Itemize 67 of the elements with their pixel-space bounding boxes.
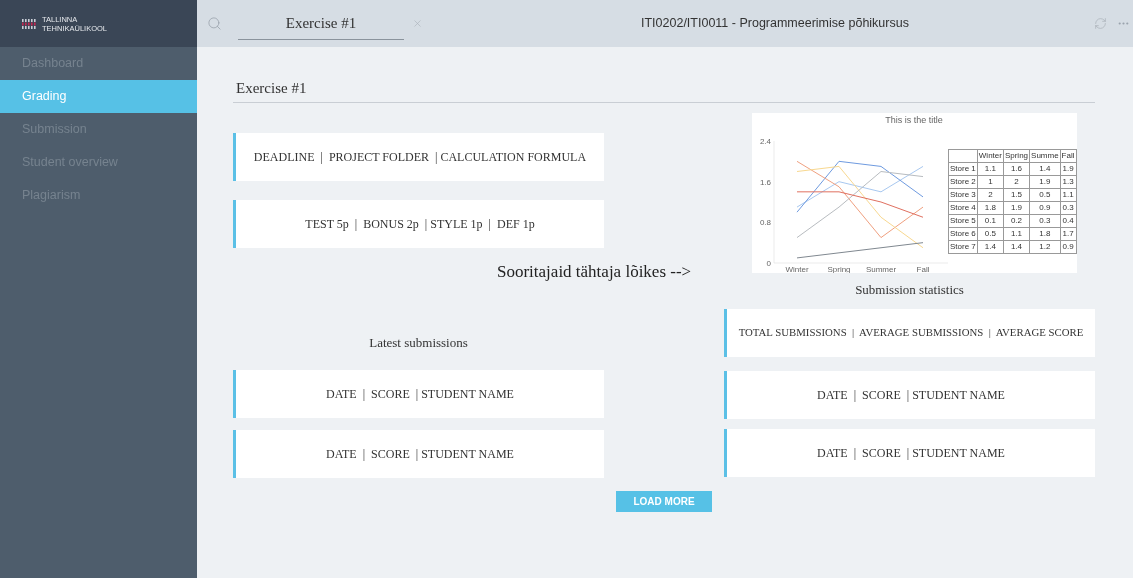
table-cell: Store 4: [948, 201, 978, 214]
section-heading: Latest submissions: [368, 334, 469, 352]
table-cell: 1.7: [1060, 227, 1076, 240]
table-cell: 0.9: [1060, 240, 1076, 253]
statistics-card: TOTAL SUBMISSIONS | AVERAGE SUBMISSIONS | AVERAGE SCORE: [724, 308, 1095, 357]
refresh-icon[interactable]: [1094, 17, 1107, 30]
submission-card: DATE | SCORE | STUDENT NAME: [724, 370, 1095, 419]
table-cell: Store 7: [948, 240, 978, 253]
x-tick-label: Fall: [916, 264, 930, 273]
table-cell: Store 2: [948, 175, 978, 188]
table-cell: 1.5: [1003, 188, 1030, 201]
table-cell: 1.6: [1003, 162, 1030, 175]
table-cell: 1: [977, 175, 1004, 188]
table-cell: 1.4: [977, 240, 1004, 253]
table-cell: 1.3: [1060, 175, 1076, 188]
course-title: ITI0202/ITI0011 - Programmeerimise põhikursus: [641, 15, 909, 33]
x-tick-label: Winter: [785, 264, 809, 273]
page-title: Exercise #1: [233, 77, 1095, 103]
submission-card: DATE | SCORE | STUDENT NAME: [724, 428, 1095, 477]
table-header: Summe: [1029, 149, 1061, 162]
section-heading: Submission statistics: [854, 281, 965, 299]
table-cell: Store 1: [948, 162, 978, 175]
table-cell: 1.4: [1003, 240, 1030, 253]
table-cell: Store 6: [948, 227, 978, 240]
info-card: DEADLINE | PROJECT FOLDER | CALCULATION FORMULA: [233, 132, 604, 181]
table-cell: 1.8: [1029, 227, 1061, 240]
tab[interactable]: Exercise #1: [238, 7, 404, 40]
table-cell: 0.5: [977, 227, 1004, 240]
sidebar-item[interactable]: Grading: [0, 80, 197, 113]
table-cell: 0.1: [977, 214, 1004, 227]
chart-title: This is the title: [885, 114, 943, 125]
info-card: TEST 5p | BONUS 2p | STYLE 1p | DEF 1p: [233, 199, 604, 248]
table-cell: Store 5: [948, 214, 978, 227]
table-cell: 1.9: [1060, 162, 1076, 175]
x-tick-label: Summer: [865, 264, 897, 273]
y-tick-label: 0.8: [759, 217, 771, 227]
load-more-button[interactable]: LOAD MORE: [616, 490, 712, 512]
table-cell: 1.1: [1060, 188, 1076, 201]
table-cell: 2: [1003, 175, 1030, 188]
table-cell: 1.2: [1029, 240, 1061, 253]
submission-card: DATE | SCORE | STUDENT NAME: [233, 429, 604, 478]
table-cell: 2: [977, 188, 1004, 201]
table-cell: 1.9: [1029, 175, 1061, 188]
table-header: Fall: [1060, 149, 1076, 162]
y-tick-label: 2.4: [759, 136, 771, 146]
table-cell: 1.1: [1003, 227, 1030, 240]
table-cell: 0.2: [1003, 214, 1030, 227]
table-cell: 0.4: [1060, 214, 1076, 227]
table-cell: 1.8: [977, 201, 1004, 214]
table-cell: 1.9: [1003, 201, 1030, 214]
y-tick-label: 0: [766, 258, 771, 268]
table-cell: 1.4: [1029, 162, 1061, 175]
table-cell: Store 3: [948, 188, 978, 201]
table-cell: 0.3: [1060, 201, 1076, 214]
deadline-heading: Sooritajaid tähtaja lõikes -->: [497, 260, 692, 283]
y-tick-label: 1.6: [759, 177, 771, 187]
table-cell: 0.9: [1029, 201, 1061, 214]
close-icon[interactable]: [412, 18, 423, 29]
table-cell: 0.5: [1029, 188, 1061, 201]
table-cell: 1.1: [977, 162, 1004, 175]
table-header: Winter: [977, 149, 1004, 162]
search-icon[interactable]: [207, 16, 222, 31]
table-header: Spring: [1003, 149, 1030, 162]
x-tick-label: Spring: [827, 264, 851, 273]
table-cell: 0.3: [1029, 214, 1061, 227]
logo-icon: [22, 18, 38, 29]
submission-card: DATE | SCORE | STUDENT NAME: [233, 369, 604, 418]
